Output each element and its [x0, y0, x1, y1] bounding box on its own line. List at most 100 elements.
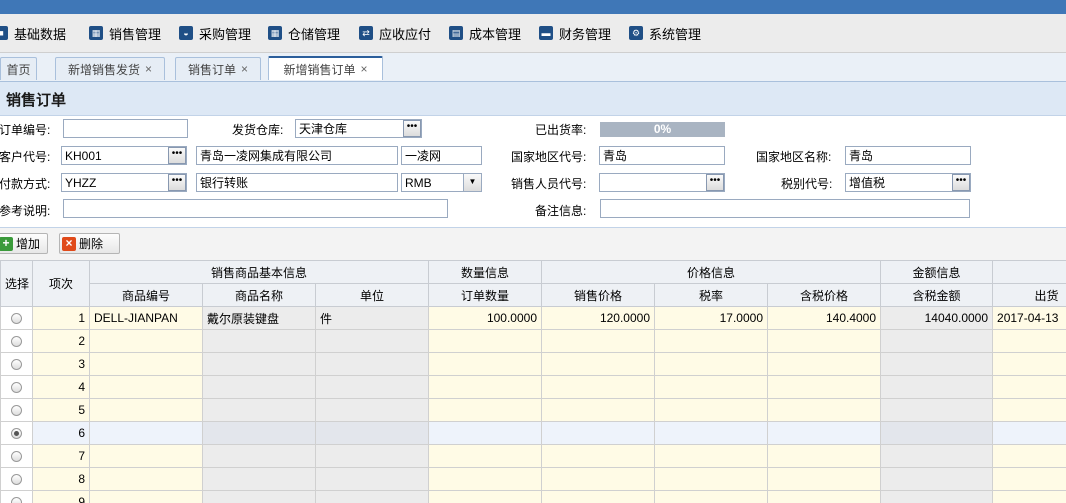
menu-item-1[interactable]: ■ 基础数据: [0, 23, 66, 43]
tax-rate-cell[interactable]: [654, 467, 769, 491]
close-icon[interactable]: ×: [145, 62, 152, 76]
tax-lookup-button[interactable]: •••: [952, 174, 970, 191]
order-qty-cell[interactable]: [428, 421, 543, 445]
order-qty-cell[interactable]: [428, 329, 543, 353]
sale-price-cell[interactable]: [541, 329, 656, 353]
tab-2[interactable]: 新增销售发货 ×: [55, 57, 165, 80]
order-qty-cell[interactable]: [428, 467, 543, 491]
tax-price-cell[interactable]: [767, 329, 882, 353]
payment-lookup-button[interactable]: •••: [168, 174, 186, 191]
row-select-cell[interactable]: [0, 306, 33, 330]
tax-price-cell[interactable]: [767, 375, 882, 399]
row-select-cell[interactable]: [0, 421, 33, 445]
unit-cell[interactable]: [314, 490, 430, 503]
order-qty-cell[interactable]: [428, 398, 543, 422]
row-select-cell[interactable]: [0, 375, 33, 399]
unit-cell[interactable]: [314, 444, 430, 468]
chevron-down-icon[interactable]: ▼: [463, 174, 481, 191]
product-code-cell[interactable]: [89, 490, 203, 503]
tax-price-cell[interactable]: [767, 398, 882, 422]
sale-price-cell[interactable]: [541, 490, 656, 503]
menu-item-4[interactable]: ▦ 仓储管理: [268, 23, 340, 43]
menu-item-6[interactable]: ▤ 成本管理: [449, 23, 521, 43]
unit-cell[interactable]: [314, 375, 430, 399]
product-name-cell[interactable]: [202, 329, 316, 353]
ship-date-cell[interactable]: [992, 329, 1066, 353]
tab-3[interactable]: 销售订单 ×: [175, 57, 261, 80]
ship-date-cell[interactable]: [992, 421, 1066, 445]
ship-date-cell[interactable]: [992, 467, 1066, 491]
tax-rate-cell[interactable]: [654, 352, 769, 376]
salesperson-lookup-button[interactable]: •••: [706, 174, 724, 191]
tax-price-cell[interactable]: [767, 490, 882, 503]
ship-date-cell[interactable]: [992, 398, 1066, 422]
tax-rate-cell[interactable]: [654, 490, 769, 503]
order-qty-cell[interactable]: [428, 352, 543, 376]
tax-rate-cell[interactable]: [654, 398, 769, 422]
menu-item-5[interactable]: ⇄ 应收应付: [359, 23, 431, 43]
header-tax-amount[interactable]: 含税金额: [880, 283, 994, 307]
tax-price-cell[interactable]: [767, 467, 882, 491]
order-qty-cell[interactable]: 100.0000: [428, 306, 543, 330]
customer-name-input[interactable]: 青岛一凌网集成有限公司: [196, 146, 398, 165]
product-name-cell[interactable]: 戴尔原装键盘: [202, 306, 316, 330]
reference-input[interactable]: [63, 199, 448, 218]
product-name-cell[interactable]: [202, 352, 316, 376]
ship-date-cell[interactable]: [992, 490, 1066, 503]
table-row[interactable]: 5: [0, 398, 1066, 422]
close-icon[interactable]: ×: [361, 62, 368, 76]
header-unit[interactable]: 单位: [314, 283, 430, 307]
header-ship-date[interactable]: 出货: [992, 283, 1066, 307]
order-qty-cell[interactable]: [428, 375, 543, 399]
delete-button[interactable]: × 删除: [59, 233, 120, 254]
product-name-cell[interactable]: [202, 421, 316, 445]
tax-rate-cell[interactable]: [654, 375, 769, 399]
sale-price-cell[interactable]: [541, 421, 656, 445]
row-radio[interactable]: [11, 313, 22, 325]
product-code-cell[interactable]: [89, 352, 203, 376]
unit-cell[interactable]: [314, 467, 430, 491]
ship-date-cell[interactable]: [992, 375, 1066, 399]
add-button[interactable]: + 增加: [0, 233, 48, 254]
row-select-cell[interactable]: [0, 398, 33, 422]
product-name-cell[interactable]: [202, 467, 316, 491]
product-code-cell[interactable]: [89, 398, 203, 422]
order-no-input[interactable]: [63, 119, 188, 138]
product-name-cell[interactable]: [202, 444, 316, 468]
header-order-qty[interactable]: 订单数量: [428, 283, 543, 307]
unit-cell[interactable]: 件: [314, 306, 430, 330]
order-qty-cell[interactable]: [428, 444, 543, 468]
tax-rate-cell[interactable]: [654, 444, 769, 468]
row-radio[interactable]: [11, 359, 22, 371]
product-code-cell[interactable]: [89, 375, 203, 399]
row-select-cell[interactable]: [0, 329, 33, 353]
row-radio[interactable]: [11, 336, 22, 348]
row-select-cell[interactable]: [0, 467, 33, 491]
tax-price-cell[interactable]: [767, 444, 882, 468]
sale-price-cell[interactable]: [541, 352, 656, 376]
row-radio[interactable]: [11, 428, 22, 440]
unit-cell[interactable]: [314, 398, 430, 422]
ship-date-cell[interactable]: 2017-04-13: [992, 306, 1066, 330]
unit-cell[interactable]: [314, 352, 430, 376]
table-row[interactable]: 8: [0, 467, 1066, 491]
sale-price-cell[interactable]: [541, 375, 656, 399]
product-code-cell[interactable]: [89, 329, 203, 353]
table-row[interactable]: 7: [0, 444, 1066, 468]
tax-rate-cell[interactable]: [654, 329, 769, 353]
menu-item-7[interactable]: ▬ 财务管理: [539, 23, 611, 43]
header-product-name[interactable]: 商品名称: [202, 283, 316, 307]
product-code-cell[interactable]: DELL-JIANPAN: [89, 306, 203, 330]
warehouse-lookup-button[interactable]: •••: [403, 120, 421, 137]
row-select-cell[interactable]: [0, 444, 33, 468]
region-name-input[interactable]: 青岛: [845, 146, 971, 165]
product-name-cell[interactable]: [202, 490, 316, 503]
menu-item-2[interactable]: ▦ 销售管理: [89, 23, 161, 43]
menu-item-3[interactable]: ◒ 采购管理: [179, 23, 251, 43]
product-code-cell[interactable]: [89, 444, 203, 468]
customer-short-input[interactable]: 一凌网: [401, 146, 482, 165]
payment-name-input[interactable]: 银行转账: [196, 173, 398, 192]
row-select-cell[interactable]: [0, 352, 33, 376]
table-row[interactable]: 6: [0, 421, 1066, 445]
table-row[interactable]: 2: [0, 329, 1066, 353]
